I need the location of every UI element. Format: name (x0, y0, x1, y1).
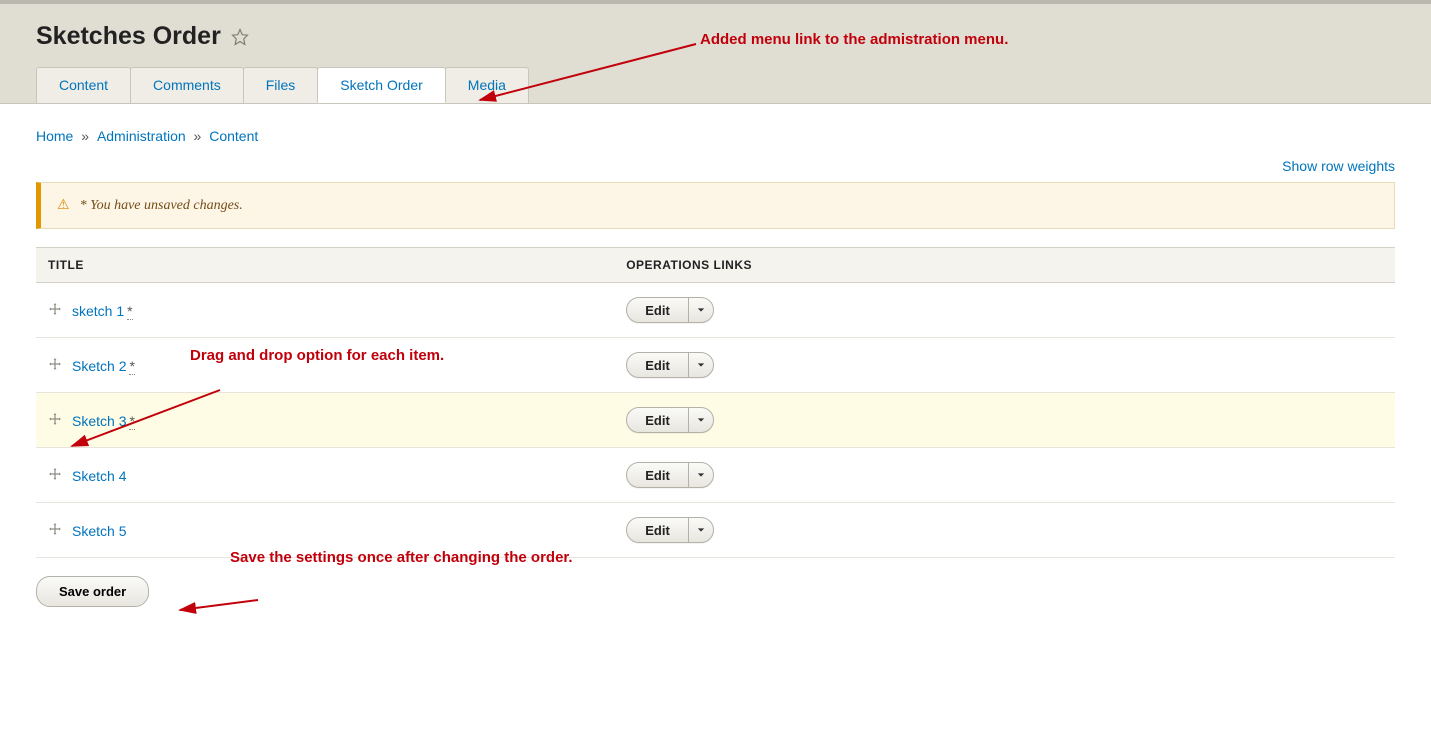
tab-content[interactable]: Content (36, 67, 131, 103)
breadcrumb: Home » Administration » Content (36, 128, 1395, 144)
table-row: Sketch 4 Edit (36, 448, 1395, 503)
edit-dropbutton: Edit (626, 462, 714, 488)
edit-button[interactable]: Edit (627, 353, 689, 377)
dropbutton-toggle[interactable] (689, 463, 713, 487)
listing-table: TITLE OPERATIONS LINKS sketch 1*EditSket… (36, 247, 1395, 558)
tab-files[interactable]: Files (243, 67, 319, 103)
edit-dropbutton: Edit (626, 352, 714, 378)
content-region: Home » Administration » Content Show row… (0, 104, 1431, 637)
warning-text: * You have unsaved changes. (80, 198, 243, 214)
table-row: Sketch 5 Edit (36, 503, 1395, 558)
row-title-link[interactable]: Sketch 4 (72, 468, 126, 484)
warning-box: ⚠ * You have unsaved changes. (36, 182, 1395, 229)
dropbutton-toggle[interactable] (689, 298, 713, 322)
page-title-wrap: Sketches Order (0, 22, 1431, 67)
dropbutton-toggle[interactable] (689, 353, 713, 377)
breadcrumb-link[interactable]: Administration (97, 128, 186, 144)
edit-dropbutton: Edit (626, 517, 714, 543)
tab-media[interactable]: Media (445, 67, 529, 103)
edit-button[interactable]: Edit (627, 463, 689, 487)
col-header-title: TITLE (36, 248, 614, 283)
row-title-link[interactable]: Sketch 5 (72, 523, 126, 539)
show-row-weights-link[interactable]: Show row weights (1282, 158, 1395, 174)
table-row: Sketch 3* Edit (36, 393, 1395, 448)
col-header-operations: OPERATIONS LINKS (614, 248, 1395, 283)
warning-icon: ⚠ (57, 197, 70, 214)
drag-handle-icon[interactable] (48, 357, 62, 374)
show-weights-wrap: Show row weights (36, 158, 1395, 174)
row-title-link[interactable]: Sketch 3 (72, 413, 126, 429)
tab-sketch-order[interactable]: Sketch Order (317, 67, 445, 103)
row-title-link[interactable]: sketch 1 (72, 303, 124, 319)
breadcrumb-link[interactable]: Home (36, 128, 73, 144)
dropbutton-toggle[interactable] (689, 408, 713, 432)
edit-dropbutton: Edit (626, 407, 714, 433)
drag-handle-icon[interactable] (48, 302, 62, 319)
tab-comments[interactable]: Comments (130, 67, 244, 103)
drag-handle-icon[interactable] (48, 467, 62, 484)
changed-asterisk: * (129, 413, 134, 430)
drag-handle-icon[interactable] (48, 412, 62, 429)
tabs: ContentCommentsFilesSketch OrderMedia (0, 67, 1431, 103)
changed-asterisk: * (127, 303, 132, 320)
table-row: sketch 1* Edit (36, 283, 1395, 338)
drag-handle-icon[interactable] (48, 522, 62, 539)
breadcrumb-link[interactable]: Content (209, 128, 258, 144)
table-row: Sketch 2* Edit (36, 338, 1395, 393)
row-title-link[interactable]: Sketch 2 (72, 358, 126, 374)
dropbutton-toggle[interactable] (689, 518, 713, 542)
save-order-button[interactable]: Save order (36, 576, 149, 607)
edit-button[interactable]: Edit (627, 518, 689, 542)
star-icon[interactable] (231, 28, 249, 46)
header-region: Sketches Order ContentCommentsFilesSketc… (0, 0, 1431, 104)
breadcrumb-separator: » (77, 128, 93, 144)
page-title: Sketches Order (36, 22, 221, 51)
breadcrumb-separator: » (190, 128, 206, 144)
changed-asterisk: * (129, 358, 134, 375)
edit-button[interactable]: Edit (627, 408, 689, 432)
edit-dropbutton: Edit (626, 297, 714, 323)
edit-button[interactable]: Edit (627, 298, 689, 322)
